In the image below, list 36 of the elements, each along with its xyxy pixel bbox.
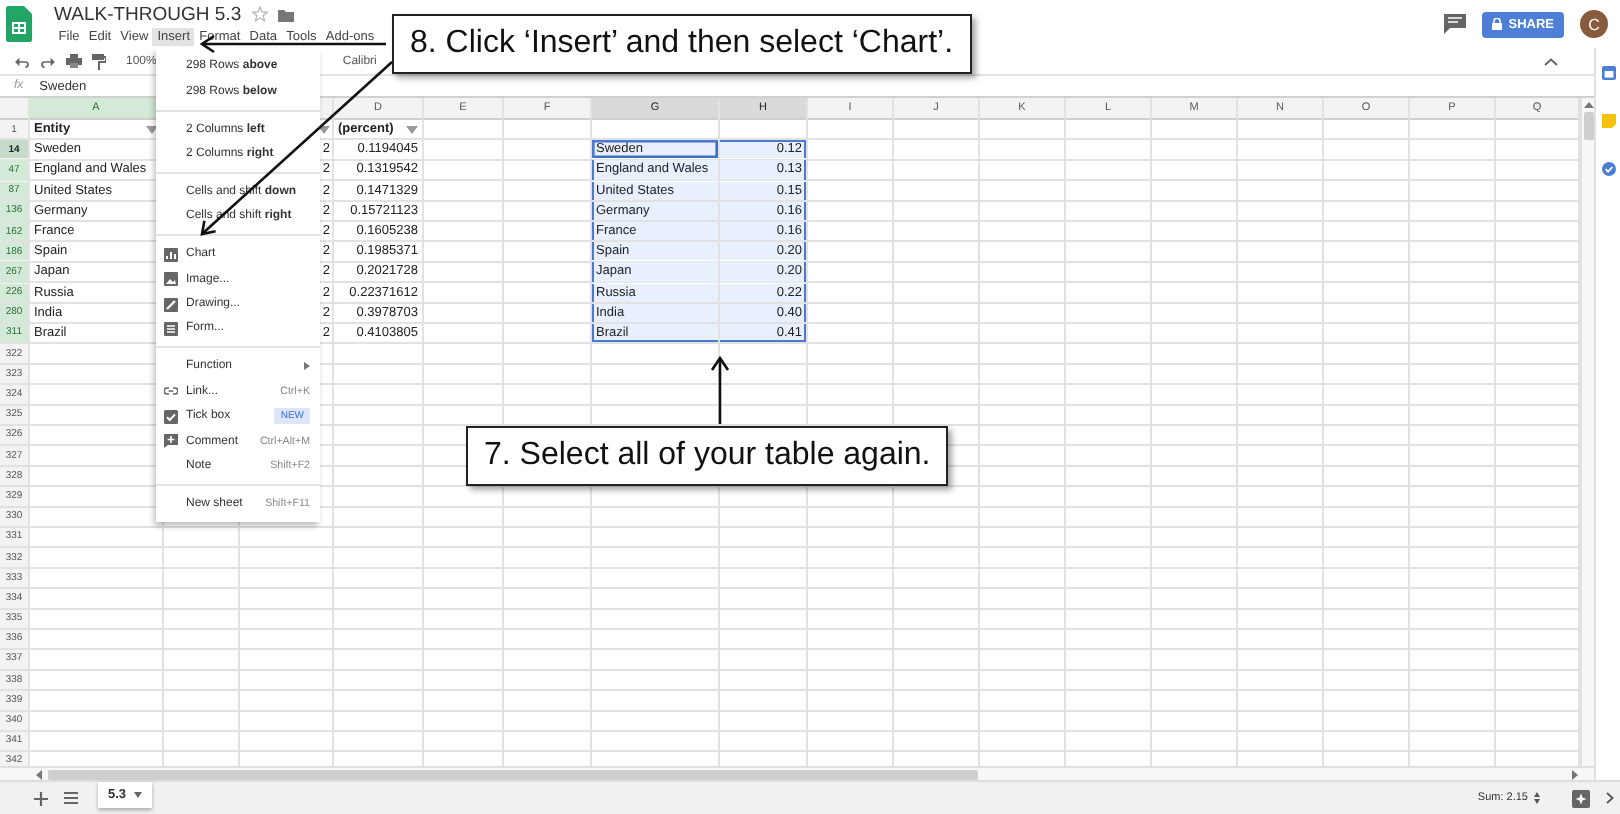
add-icon[interactable] — [34, 791, 48, 805]
bar-chart-icon — [164, 247, 178, 262]
undo-icon[interactable] — [14, 55, 30, 67]
link-icon — [164, 384, 178, 399]
submenu-arrow-icon — [304, 362, 310, 371]
paint-roller-icon[interactable] — [92, 53, 106, 69]
checkbox-icon — [164, 409, 178, 424]
scroll-up-icon[interactable] — [1583, 102, 1593, 108]
scrollbar-thumb[interactable] — [48, 769, 978, 779]
calendar-icon[interactable] — [1601, 66, 1615, 80]
scroll-right-icon[interactable] — [1572, 769, 1578, 779]
callout: 8. Click ‘Insert’ and then select ‘Chart’. — [392, 14, 972, 74]
sheet-list-icon[interactable] — [64, 792, 78, 804]
document-title[interactable]: WALK-THROUGH 5.3 — [54, 3, 242, 25]
callout: 7. Select all of your table again. — [466, 426, 949, 486]
callout-arrow — [710, 355, 730, 424]
lock-icon — [1492, 18, 1503, 30]
chevron-right-icon[interactable] — [1606, 792, 1614, 804]
caret-icon — [134, 792, 143, 798]
star-icon[interactable] — [251, 6, 268, 22]
sheet-logo-icon — [6, 6, 32, 42]
pencil-icon — [164, 297, 178, 312]
check-circle-icon[interactable] — [1601, 162, 1615, 176]
comment-icon[interactable] — [1444, 14, 1467, 34]
caret-icon[interactable] — [1544, 57, 1558, 65]
scroll-left-icon[interactable] — [36, 769, 42, 779]
image-icon — [164, 272, 178, 287]
up-down-caret-icon — [1534, 792, 1540, 804]
folder-icon[interactable] — [277, 7, 294, 21]
avatar[interactable]: C — [1580, 10, 1608, 38]
print-icon[interactable] — [66, 54, 82, 68]
add-comment-icon — [164, 434, 178, 449]
redo-icon[interactable] — [40, 55, 56, 67]
explore-icon[interactable] — [1572, 789, 1590, 807]
form-icon — [164, 321, 178, 336]
scrollbar-thumb[interactable] — [1583, 112, 1593, 140]
